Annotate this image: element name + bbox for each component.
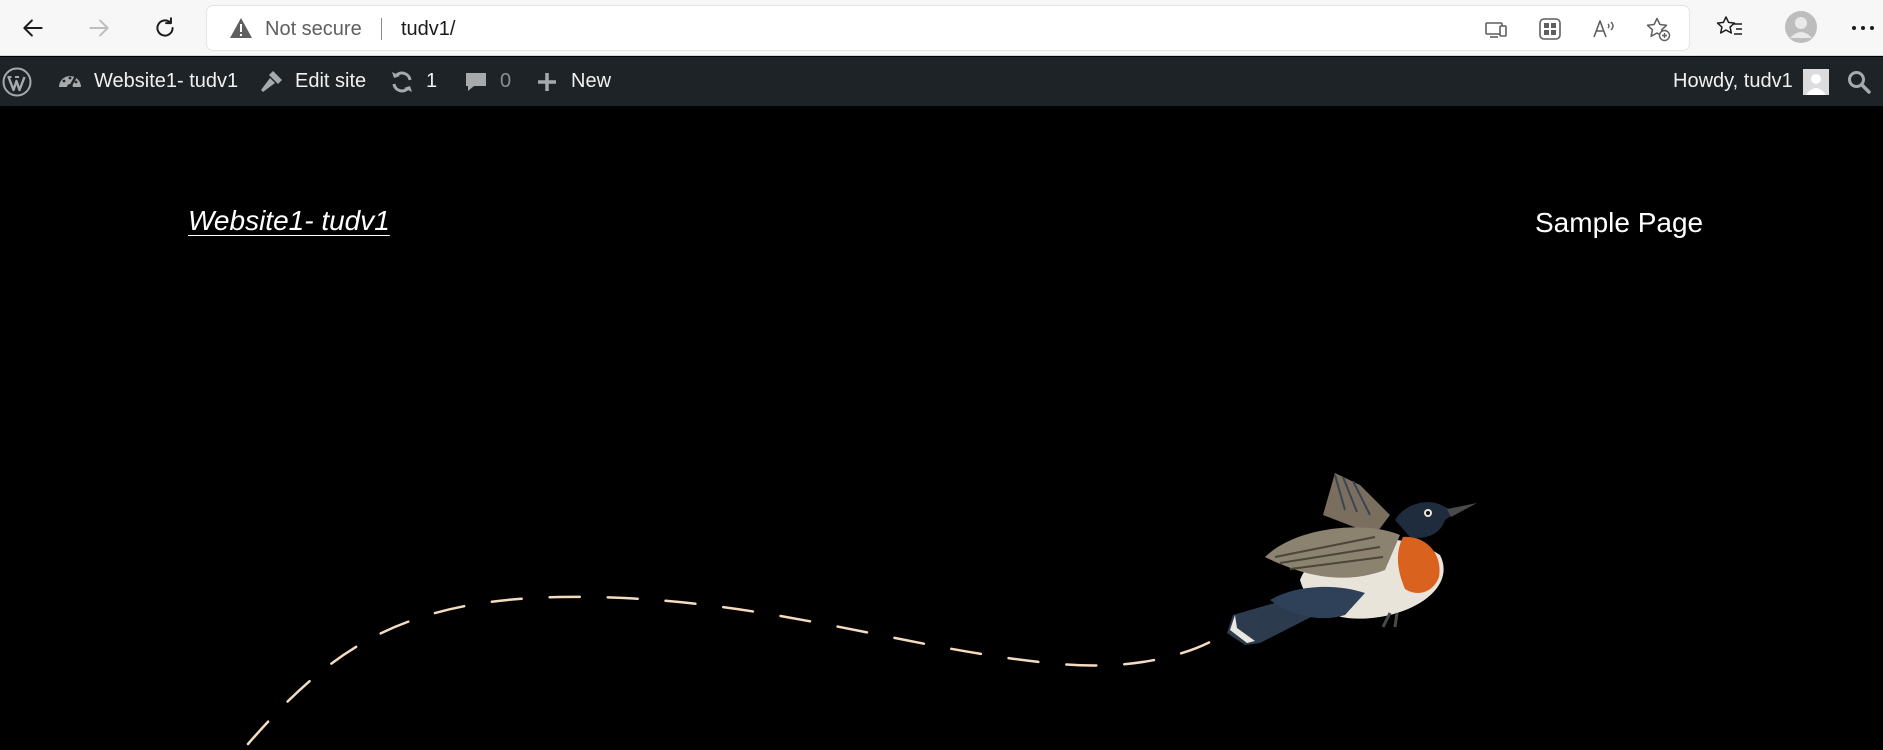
- dashed-flight-path: [246, 595, 1212, 746]
- bird-illustration: [1227, 473, 1477, 645]
